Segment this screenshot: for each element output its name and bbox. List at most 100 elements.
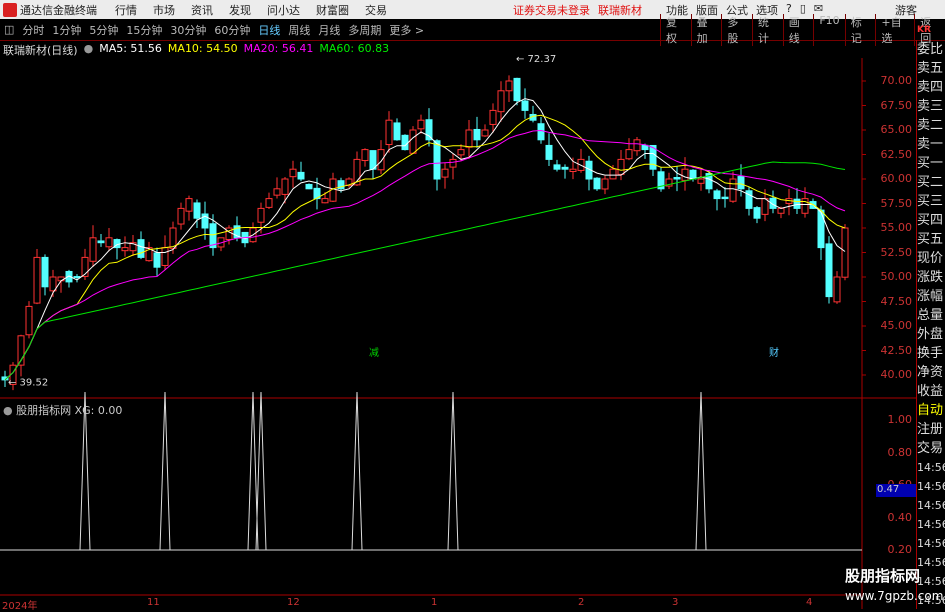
quote-field-label: 净资 [917, 365, 944, 380]
period-15m[interactable]: 15分钟 [122, 22, 166, 38]
quote-field-label: 14:56 [917, 480, 945, 493]
candle-up [481, 129, 489, 137]
candle-up [121, 247, 129, 252]
candle-down [513, 77, 521, 102]
menu-trade[interactable]: 交易 [365, 2, 387, 18]
panel-toggle-icon[interactable]: ◫ [0, 23, 18, 36]
candle-up [841, 227, 849, 278]
quote-field-label: 涨幅 [917, 289, 944, 304]
quote-field-label: 卖三 [917, 99, 944, 114]
quote-field-label: 卖二 [917, 118, 944, 133]
period-more[interactable]: 更多 > [385, 22, 428, 38]
quote-field-label: 涨跌 [917, 270, 944, 285]
quote-field-label: 注册 [917, 422, 944, 437]
candle-down [97, 240, 105, 244]
candle-up [321, 198, 329, 204]
quote-field-label: 委比 [917, 42, 944, 57]
quote-field-label: 外盘 [917, 327, 944, 342]
candle-up [33, 256, 41, 304]
candle-down [553, 164, 561, 170]
indicator-tick: 0.20 [887, 543, 913, 556]
candle-up [697, 178, 705, 184]
candle-up [89, 237, 97, 262]
quote-field-label: 收益 [917, 384, 944, 399]
period-weekly[interactable]: 周线 [284, 22, 314, 38]
period-60m[interactable]: 60分钟 [210, 22, 254, 38]
candle-up [265, 198, 273, 208]
candle-up [385, 119, 393, 146]
candle-up [609, 168, 617, 180]
indicator-settings-icon[interactable]: ● [3, 404, 13, 417]
app-logo-icon [3, 2, 17, 17]
event-marker: 减 [369, 347, 379, 359]
menu-ask[interactable]: 问小达 [267, 2, 300, 18]
candle-up [617, 158, 625, 175]
candle-up [409, 129, 417, 154]
quote-field-label: 买三 [917, 194, 944, 209]
menu-quotes[interactable]: 行情 [115, 2, 137, 18]
candle-down [369, 150, 377, 170]
main-menu: 行情 市场 资讯 发现 问小达 财富圈 交易 [115, 2, 387, 18]
indicator-value: XG: 0.00 [74, 404, 123, 417]
indicator-current-value: 0.47 [876, 484, 916, 497]
menu-wealth[interactable]: 财富圈 [316, 2, 349, 18]
quote-field-label: 卖一 [917, 137, 944, 152]
price-tick: 55.00 [880, 221, 913, 234]
candle-down [305, 183, 313, 190]
date-label: 2024年 [2, 601, 38, 612]
candle-up [729, 178, 737, 202]
candle-up [777, 207, 785, 214]
candle-down [689, 169, 697, 180]
period-tick[interactable]: 分时 [18, 22, 48, 38]
menu-discover[interactable]: 发现 [229, 2, 251, 18]
quote-field-label: 买四 [917, 213, 944, 228]
quote-field-label: 卖五 [917, 61, 944, 76]
kline-chart[interactable]: ← 72.37 ← 39.52 减 财 [0, 40, 916, 609]
period-1m[interactable]: 1分钟 [48, 22, 85, 38]
price-tick: 50.00 [880, 270, 913, 283]
candle-up [801, 198, 809, 214]
candle-up [377, 149, 385, 171]
candle-down [401, 134, 409, 151]
quote-field-label: 买二 [917, 175, 944, 190]
date-label: 4 [806, 597, 813, 608]
indicator-name: 股朋指标网 [16, 404, 72, 417]
candle-up [441, 168, 449, 178]
period-5m[interactable]: 5分钟 [85, 22, 122, 38]
price-tick: 45.00 [880, 319, 913, 332]
low-price-label: ← 39.52 [8, 378, 48, 389]
candle-down [425, 119, 433, 141]
indicator-tick: 1.00 [887, 413, 913, 426]
candle-down [817, 209, 825, 249]
quote-field-label: 现价 [917, 251, 944, 266]
candle-up [489, 109, 497, 125]
candle-up [497, 90, 505, 113]
candle-up [833, 276, 841, 303]
login-status[interactable]: 证券交易未登录 [513, 2, 590, 18]
price-tick: 70.00 [880, 74, 913, 87]
event-marker: 财 [769, 346, 779, 359]
period-multi[interactable]: 多周期 [344, 22, 385, 38]
quote-field-label: 换手 [917, 346, 944, 361]
candle-up [57, 276, 65, 282]
quote-panel: 委比 卖五 卖四 卖三 卖二 卖一 买一 买二 买三 买四 买五 现价 涨跌 涨幅 总量 外盘 换手 净资 收益 自动… [916, 40, 945, 609]
candle-up [761, 198, 769, 215]
period-30m[interactable]: 30分钟 [166, 22, 210, 38]
candle-down [737, 176, 745, 190]
signal-spike [695, 391, 707, 551]
candle-down [721, 196, 729, 200]
candle-down [545, 144, 553, 160]
app-title: 通达信金融终端 [20, 3, 97, 17]
candle-down [521, 100, 529, 111]
candle-down [73, 276, 81, 279]
period-monthly[interactable]: 月线 [314, 22, 344, 38]
candle-up [25, 305, 33, 336]
candle-down [193, 202, 201, 219]
menu-news[interactable]: 资讯 [191, 2, 213, 18]
period-daily[interactable]: 日线 [254, 22, 284, 38]
candle-down [433, 140, 441, 180]
candle-up [569, 168, 577, 172]
signal-spike [447, 391, 459, 551]
candle-down [393, 122, 401, 141]
menu-market[interactable]: 市场 [153, 2, 175, 18]
